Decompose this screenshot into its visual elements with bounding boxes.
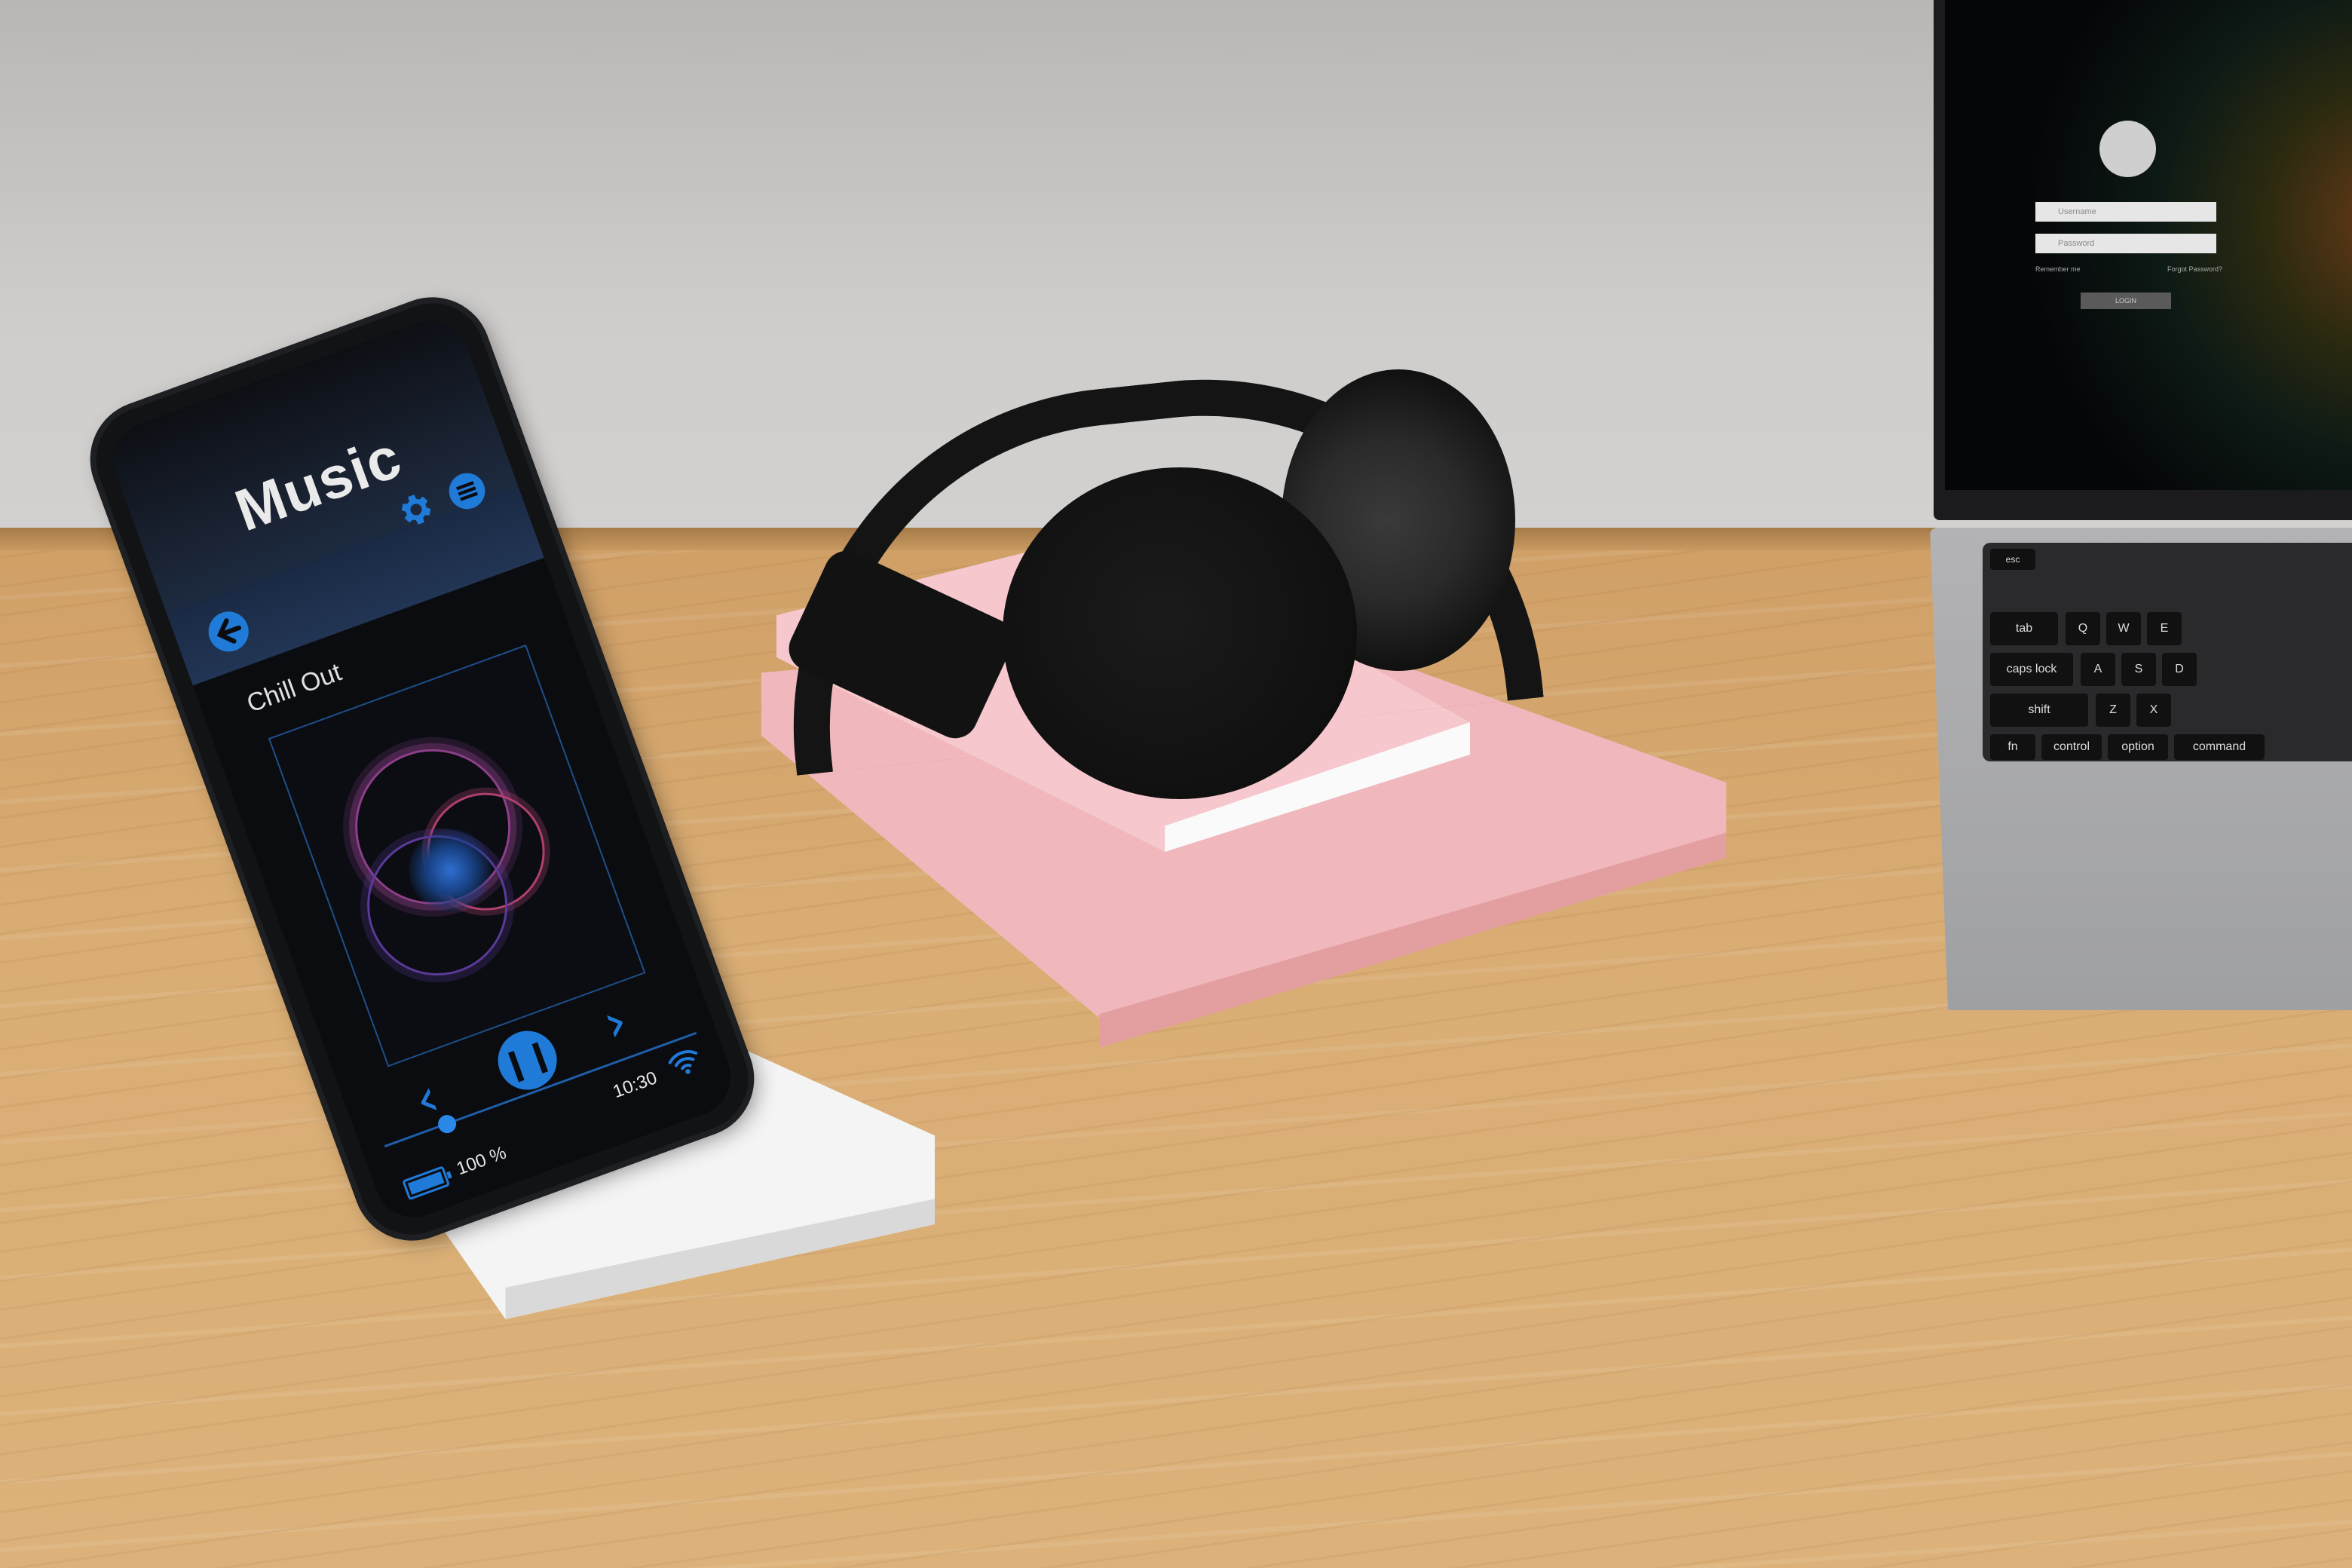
username-field[interactable]: Username	[2035, 202, 2216, 222]
key-command[interactable]: command	[2174, 734, 2265, 760]
key-x[interactable]: X	[2136, 694, 2171, 727]
clock-time: 10:30	[610, 1067, 660, 1103]
key-w[interactable]: W	[2106, 612, 2141, 645]
battery-level: 100 %	[454, 1142, 510, 1180]
chevron-right-icon[interactable]: ›	[595, 989, 635, 1055]
key-shift[interactable]: shift	[1990, 694, 2088, 727]
photo-scene: Username Password Remember me Forgot Pas…	[0, 0, 2352, 1568]
login-button[interactable]: LOGIN	[2081, 292, 2171, 309]
key-option[interactable]: option	[2108, 734, 2168, 760]
key-e[interactable]: E	[2147, 612, 2182, 645]
laptop-keyboard: esc tab caps lock shift fn control optio…	[1983, 543, 2352, 761]
key-control[interactable]: control	[2041, 734, 2102, 760]
user-avatar-icon	[2099, 121, 2156, 177]
key-fn[interactable]: fn	[1990, 734, 2035, 760]
key-s[interactable]: S	[2121, 653, 2156, 686]
key-q[interactable]: Q	[2066, 612, 2100, 645]
headphones-ear-cup	[1003, 467, 1357, 799]
key-tab[interactable]: tab	[1990, 612, 2058, 645]
forgot-password-link[interactable]: Forgot Password?	[2167, 265, 2222, 273]
remember-me-checkbox[interactable]: Remember me	[2035, 265, 2081, 273]
album-art	[268, 644, 646, 1067]
battery-fill	[407, 1171, 445, 1195]
key-a[interactable]: A	[2081, 653, 2115, 686]
pause-button[interactable]: ❙❙	[489, 1022, 565, 1098]
key-z[interactable]: Z	[2096, 694, 2130, 727]
key-esc[interactable]: esc	[1990, 549, 2035, 570]
password-field[interactable]: Password	[2035, 234, 2216, 253]
pause-icon: ❙❙	[498, 1036, 557, 1085]
key-d[interactable]: D	[2162, 653, 2197, 686]
key-caps-lock[interactable]: caps lock	[1990, 653, 2073, 686]
wifi-icon	[668, 1050, 698, 1074]
battery-icon	[402, 1165, 451, 1201]
track-title: Chill Out	[243, 657, 345, 718]
